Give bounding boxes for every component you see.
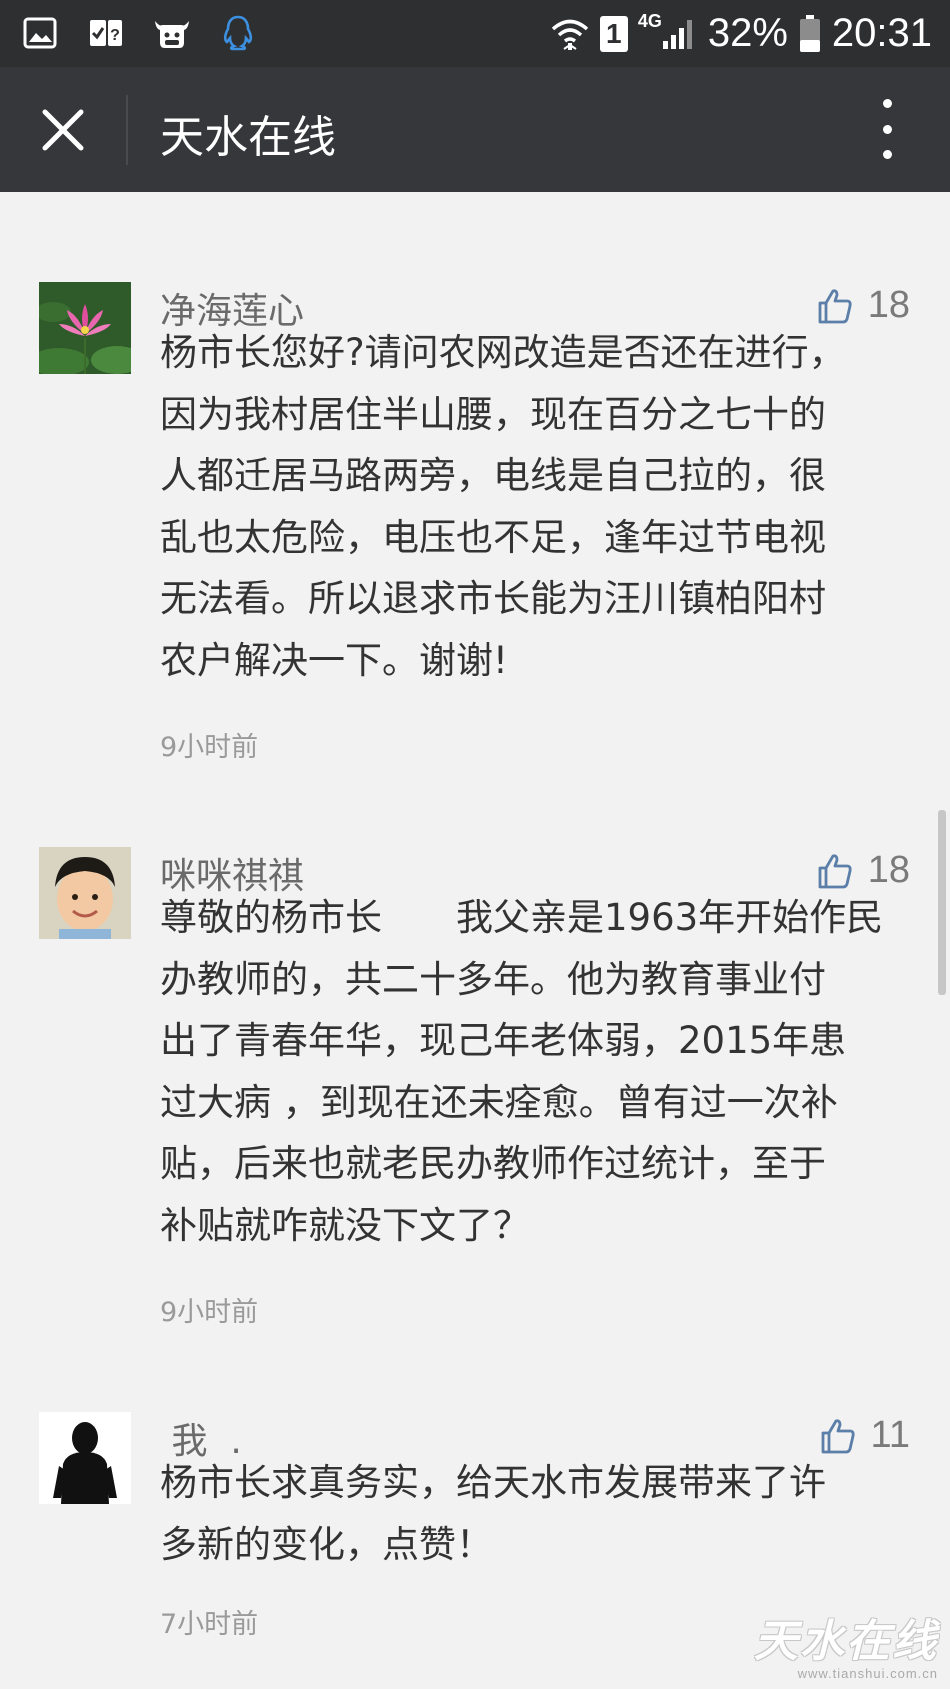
comment-text-line: 农户解决一下。谢谢! [160, 638, 508, 682]
comment-text-line: 杨市长求真务实，给天水市发展带来了许 [160, 1461, 826, 1504]
comment-text-line: 补贴就咋就没下文了？ [160, 1203, 530, 1247]
sim-slot-icon: 1 [599, 15, 628, 52]
status-bar: ? 1 4G 32% 20:31 [0, 0, 950, 67]
network-type: 4G [637, 11, 662, 31]
cow-app-icon [152, 13, 192, 53]
avatar[interactable] [39, 1412, 131, 1504]
battery-icon [798, 14, 822, 54]
app-bar: 天水在线 [0, 67, 950, 192]
comment-text-line: 乱也太危险，电压也不足，逢年过节电视 [160, 515, 826, 559]
like-count: 18 [867, 284, 910, 326]
close-icon [42, 109, 84, 151]
app-bar-divider [126, 95, 128, 165]
comment-text: 尊敬的杨市长 我父亲是1963年开始作民 办教师的，共二十多年。他为教育事业付 … [160, 887, 920, 1256]
comment-text-line: 因为我村居住半山腰，现在百分之七十的 [160, 392, 826, 436]
scrollbar[interactable] [938, 810, 946, 995]
comment-text-line: 多新的变化，点赞！ [160, 1522, 493, 1566]
comment-text-line: 无法看。所以退求市长能为汪川镇柏阳村 [160, 577, 826, 620]
gallery-notification-icon [20, 13, 60, 53]
thumbs-up-icon [818, 288, 852, 323]
page-title: 天水在线 [160, 112, 336, 163]
like-count: 11 [870, 1414, 910, 1456]
comment-text-line: 过大病 ，到现在还未痊愈。曾有过一次补 [160, 1080, 838, 1124]
like-button[interactable]: 11 [821, 1414, 910, 1457]
like-count: 18 [867, 849, 910, 891]
close-button[interactable] [30, 97, 96, 163]
like-button[interactable]: 18 [818, 849, 910, 892]
avatar[interactable] [39, 282, 131, 374]
signal-strength-icon [658, 14, 698, 54]
site-watermark: 天水在线 www.tianshui.com.cn [754, 1616, 938, 1682]
comment-item: 净海莲心 18 杨市长您好?请问农网改造是否还在进行， 因为我村居住半山腰，现在… [0, 192, 950, 763]
comment-text: 杨市长求真务实，给天水市发展带来了许 多新的变化，点赞！ [160, 1452, 920, 1575]
clock: 20:31 [831, 11, 932, 55]
comment-text-line: 贴，后来也就老民办教师作过统计，至于 [160, 1142, 826, 1185]
more-dot-icon [882, 150, 892, 159]
more-dot-icon [882, 124, 892, 134]
thumbs-up-icon [821, 1418, 855, 1453]
wifi-icon [550, 14, 590, 54]
thumbs-up-icon [818, 853, 852, 888]
comment-text-line: 尊敬的杨市长 我父亲是1963年开始作民 [160, 896, 884, 939]
comment-time: 7小时前 [160, 1609, 259, 1640]
task-notification-icon: ? [86, 13, 126, 53]
more-dot-icon [882, 99, 892, 108]
comment-text-line: 办教师的，共二十多年。他为教育事业付 [160, 957, 826, 1001]
like-button[interactable]: 18 [818, 284, 910, 327]
svg-text:?: ? [110, 27, 120, 44]
more-menu-button[interactable] [872, 99, 902, 159]
qq-penguin-icon [218, 13, 258, 53]
comment-text: 杨市长您好?请问农网改造是否还在进行， 因为我村居住半山腰，现在百分之七十的 人… [160, 322, 920, 691]
avatar[interactable] [39, 847, 131, 939]
comment-text-line: 人都迁居马路两旁，电线是自己拉的，很 [160, 454, 826, 497]
battery-percent: 32% [707, 11, 788, 55]
watermark-logo-text: 天水在线 [754, 1616, 938, 1667]
sim-number: 1 [606, 17, 622, 49]
watermark-url: www.tianshui.com.cn [797, 1666, 938, 1681]
comment-item: 咪咪祺祺 18 尊敬的杨市长 我父亲是1963年开始作民 办教师的，共二十多年。… [0, 757, 950, 1328]
comment-text-line: 出了青春年华，现己年老体弱，2015年患 [160, 1019, 847, 1062]
comment-text-line: 杨市长您好?请问农网改造是否还在进行， [160, 331, 846, 374]
